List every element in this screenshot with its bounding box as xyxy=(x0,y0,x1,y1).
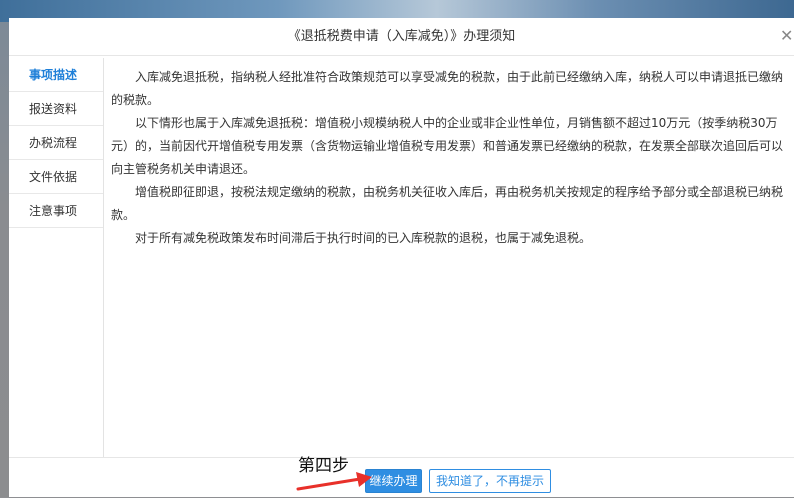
nav-item-materials[interactable]: 报送资料 xyxy=(9,92,103,126)
nav-item-notes[interactable]: 注意事项 xyxy=(9,194,103,228)
background-overlay xyxy=(0,22,9,497)
description-paragraph: 对于所有减免税政策发布时间滞后于执行时间的已入库税款的退税，也属于减免退税。 xyxy=(135,231,592,245)
dialog-footer: 继续办理 我知道了，不再提示 xyxy=(9,457,794,498)
description-paragraph: 增值税即征即退，按税法规定缴纳的税款，由税务机关征收入库后，再由税务机关按规定的… xyxy=(111,185,784,222)
dialog-title: 《退抵税费申请（入库减免）》办理须知 xyxy=(287,29,516,44)
dismiss-button[interactable]: 我知道了，不再提示 xyxy=(429,469,551,493)
red-arrow-icon xyxy=(296,472,372,491)
description-paragraph: 以下情形也属于入库减免退抵税：增值税小规模纳税人中的企业或非企业性单位，月销售额… xyxy=(111,116,784,176)
nav-item-legal-basis[interactable]: 文件依据 xyxy=(9,160,103,194)
nav-item-process[interactable]: 办税流程 xyxy=(9,126,103,160)
dialog: 《退抵税费申请（入库减免）》办理须知 ✕ 事项描述 报送资料 办税流程 文件依据… xyxy=(9,18,794,497)
close-icon[interactable]: ✕ xyxy=(780,28,794,44)
description-content: 入库减免退抵税，指纳税人经批准符合政策规范可以享受减免的税款，由于此前已经缴纳入… xyxy=(111,66,794,446)
nav-item-description[interactable]: 事项描述 xyxy=(9,58,103,92)
dialog-header: 《退抵税费申请（入库减免）》办理须知 ✕ xyxy=(9,18,794,56)
description-paragraph: 入库减免退抵税，指纳税人经批准符合政策规范可以享受减免的税款，由于此前已经缴纳入… xyxy=(111,70,784,107)
side-nav: 事项描述 报送资料 办税流程 文件依据 注意事项 xyxy=(9,58,104,458)
